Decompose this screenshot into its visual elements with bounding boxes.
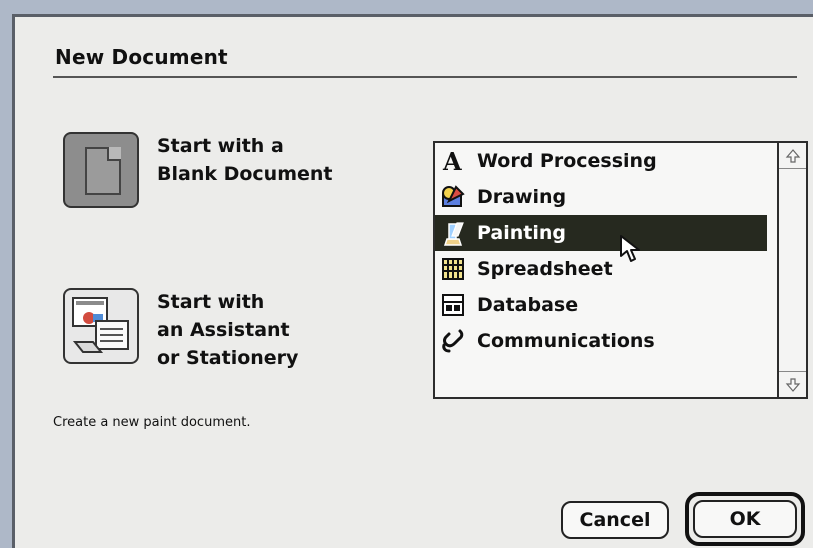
new-document-dialog: New Document Start with a Blank Document… — [12, 14, 813, 548]
title-divider — [53, 76, 797, 78]
scroll-up-arrow-icon[interactable] — [779, 143, 806, 169]
database-icon — [439, 291, 467, 319]
blank-document-option[interactable]: Start with a Blank Document — [63, 132, 383, 214]
list-item-painting[interactable]: Painting — [435, 215, 767, 251]
svg-text:A: A — [442, 147, 462, 175]
list-item-label: Spreadsheet — [477, 258, 613, 280]
scroll-down-arrow-icon[interactable] — [779, 371, 806, 397]
list-item-communications[interactable]: Communications — [435, 323, 767, 359]
word-processing-icon: A — [439, 147, 467, 175]
assistant-stationery-icon[interactable] — [63, 288, 139, 364]
list-item-database[interactable]: Database — [435, 287, 767, 323]
spreadsheet-icon — [439, 255, 467, 283]
drawing-icon — [439, 183, 467, 211]
mouse-pointer-icon — [619, 234, 643, 268]
communications-icon — [439, 327, 467, 355]
assistant-stationery-label: Start with an Assistant or Stationery — [157, 291, 299, 369]
list-item-label: Painting — [477, 222, 566, 244]
list-scrollbar[interactable] — [777, 143, 806, 397]
list-item-label: Database — [477, 294, 579, 316]
list-item-label: Communications — [477, 330, 655, 352]
default-button-ring: OK — [685, 492, 805, 546]
list-item-label: Drawing — [477, 186, 567, 208]
cancel-button[interactable]: Cancel — [561, 501, 669, 539]
document-type-description: Create a new paint document. — [53, 415, 251, 430]
blank-document-label: Start with a Blank Document — [157, 135, 333, 185]
blank-document-icon[interactable] — [63, 132, 139, 208]
assistant-stationery-option[interactable]: Start with an Assistant or Stationery — [63, 288, 383, 388]
list-item-label: Word Processing — [477, 150, 657, 172]
painting-icon — [439, 219, 467, 247]
list-item-spreadsheet[interactable]: Spreadsheet — [435, 251, 767, 287]
dialog-title: New Document — [55, 45, 228, 69]
ok-button[interactable]: OK — [693, 500, 797, 538]
list-item-drawing[interactable]: Drawing — [435, 179, 767, 215]
document-type-list[interactable]: A Word Processing Drawing Painting Sprea… — [433, 141, 808, 399]
list-item-word-processing[interactable]: A Word Processing — [435, 143, 767, 179]
